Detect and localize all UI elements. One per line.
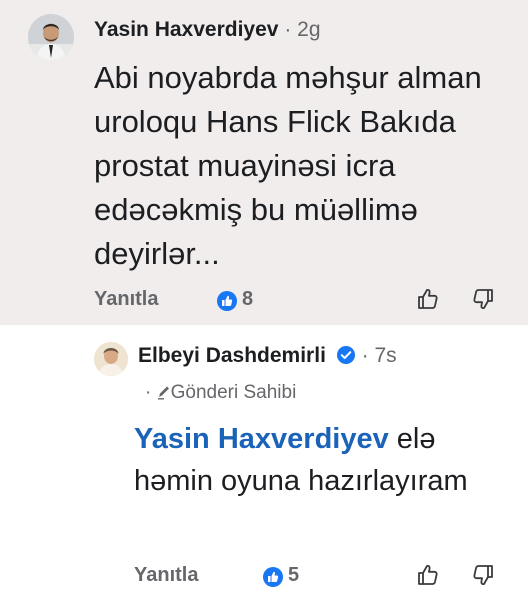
like-icon[interactable] <box>217 291 237 311</box>
comment-text: Yasin Haxverdiyev elə həmin oyuna hazırl… <box>134 418 514 502</box>
reply-button[interactable]: Yanıtla <box>94 288 158 311</box>
timestamp[interactable]: 2g <box>297 18 320 41</box>
timestamp[interactable]: 7s <box>374 344 396 367</box>
like-glyph-icon <box>268 571 279 582</box>
reply-button[interactable]: Yanıtla <box>134 564 198 587</box>
comment-actions: Yanıtla 8 <box>94 286 514 316</box>
reaction-count[interactable]: 5 <box>288 564 299 587</box>
author-name[interactable]: Yasin Haxverdiyev <box>94 18 278 41</box>
thumb-down-icon[interactable] <box>471 562 495 588</box>
pencil-icon <box>157 384 171 400</box>
thumb-up-icon[interactable] <box>416 562 440 588</box>
separator-dot: · <box>361 344 369 367</box>
comment-yasin: Yasin Haxverdiyev · 2g Abi noyabrda məhş… <box>0 0 528 325</box>
comment-header: Yasin Haxverdiyev · 2g <box>94 18 321 42</box>
subtitle-dot: · <box>145 382 152 403</box>
thumb-down-icon[interactable] <box>471 286 495 312</box>
person-photo-avatar-icon <box>94 342 128 376</box>
like-glyph-icon <box>222 295 233 306</box>
comment-actions: Yanıtla 5 <box>134 562 514 592</box>
person-photo-avatar-icon <box>28 14 74 60</box>
author-name[interactable]: Elbeyi Dashdemirli <box>138 344 326 367</box>
avatar[interactable] <box>94 342 128 376</box>
mention-link[interactable]: Yasin Haxverdiyev <box>134 423 389 455</box>
author-badge-label: Gönderi Sahibi <box>170 382 297 403</box>
separator-dot: · <box>284 18 292 41</box>
thumb-up-icon[interactable] <box>416 286 440 312</box>
comment-text: Abi noyabrda məhşur alman uroloqu Hans F… <box>94 60 482 271</box>
reaction-count[interactable]: 8 <box>242 288 253 311</box>
avatar[interactable] <box>28 14 74 60</box>
like-icon[interactable] <box>263 567 283 587</box>
comment-header: Elbeyi Dashdemirli · 7s <box>138 344 397 368</box>
author-badge: · Gönderi Sahibi <box>145 382 296 404</box>
verified-badge-icon <box>336 345 356 365</box>
